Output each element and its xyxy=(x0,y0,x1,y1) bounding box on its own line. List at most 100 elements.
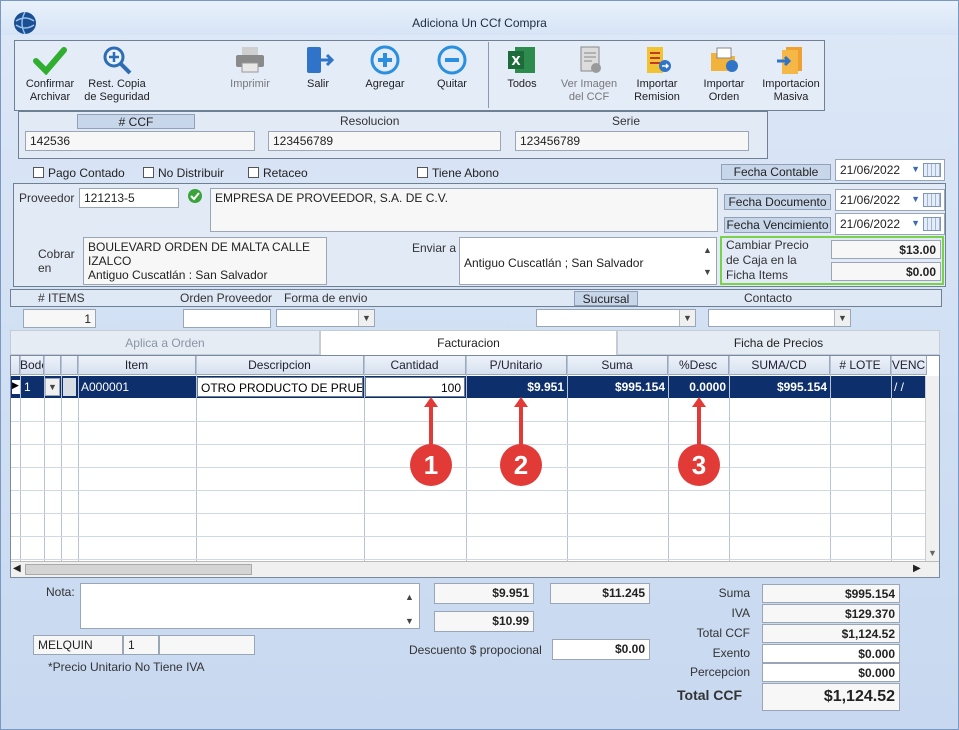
no-distribuir-checkbox[interactable]: No Distribuir xyxy=(143,166,224,180)
serie-input[interactable]: 123456789 xyxy=(515,131,749,151)
magnifier-plus-icon xyxy=(103,46,132,75)
cell-item[interactable]: A000001 xyxy=(78,376,196,398)
agregar-button[interactable]: Agregar xyxy=(357,41,413,109)
row2-header-bar xyxy=(10,289,942,307)
cell-cantidad[interactable]: 100 xyxy=(365,377,465,397)
retaceo-checkbox[interactable]: Retaceo xyxy=(248,166,308,180)
scroll-down-icon[interactable]: ▼ xyxy=(928,548,937,558)
col-header-venc[interactable]: VENC xyxy=(891,356,927,375)
iva-label: IVA xyxy=(731,606,750,620)
exento-field[interactable]: $0.000 xyxy=(762,644,900,663)
importar-orden-button[interactable]: Importar Orden xyxy=(695,41,753,109)
col-header-lote[interactable]: # LOTE xyxy=(830,356,891,375)
cell-bodega[interactable]: 1 xyxy=(21,376,43,398)
checkmark-icon xyxy=(33,47,67,75)
col-header-blank[interactable] xyxy=(44,356,61,375)
col-header-bodega[interactable]: Bodega xyxy=(20,356,44,375)
row-header-corner xyxy=(11,356,20,375)
resolucion-label: Resolucion xyxy=(340,114,400,128)
enviar-address-field[interactable]: Antiguo Cuscatlán ; San Salvador xyxy=(459,237,717,285)
descuento-field[interactable]: $0.00 xyxy=(552,639,650,660)
cell-descripcion[interactable]: OTRO PRODUCTO DE PRUEBA xyxy=(197,377,363,397)
percepcion-field[interactable]: $0.000 xyxy=(762,663,900,682)
proveedor-code-input[interactable]: 121213-5 xyxy=(79,188,179,208)
cell-desc[interactable]: 0.0000 xyxy=(668,376,729,398)
enviar-scroll-arrows[interactable]: ▲ ▼ xyxy=(703,239,712,283)
resolucion-input[interactable]: 123456789 xyxy=(268,131,501,151)
col-header-suma[interactable]: Suma xyxy=(567,356,668,375)
suma-total-field: $995.154 xyxy=(762,584,900,603)
tab-ficha-precios[interactable]: Ficha de Precios xyxy=(617,330,940,355)
calendar-icon[interactable] xyxy=(923,193,941,207)
import-list-icon xyxy=(647,47,671,73)
col-header-cantidad[interactable]: Cantidad xyxy=(364,356,466,375)
tab-aplica-orden[interactable]: Aplica a Orden xyxy=(10,330,320,355)
cell-sumacd[interactable]: $995.154 xyxy=(729,376,830,398)
restore-backup-button[interactable]: Rest. Copia de Seguridad xyxy=(81,41,153,109)
items-grid[interactable]: Bodega Item Descripcion Cantidad P/Unita… xyxy=(10,355,940,578)
total-ccf-field: $1,124.52 xyxy=(762,624,900,643)
orden-proveedor-label: Orden Proveedor xyxy=(180,291,273,305)
nota-label: Nota: xyxy=(46,585,75,599)
user-extra-field xyxy=(159,635,255,655)
scroll-right-icon[interactable]: ▶ xyxy=(913,563,921,574)
importar-remision-button[interactable]: Importar Remision xyxy=(627,41,687,109)
imprimir-button[interactable]: Imprimir xyxy=(223,41,277,109)
todos-button[interactable]: X Todos xyxy=(497,41,547,109)
nota-textarea[interactable] xyxy=(80,583,420,629)
proveedor-name-field: EMPRESA DE PROVEEDOR, S.A. DE C.V. xyxy=(210,188,718,232)
cell-punitario[interactable]: $9.951 xyxy=(466,376,567,398)
precio-caja-value2[interactable]: $0.00 xyxy=(831,262,941,281)
document-image-icon xyxy=(580,46,601,73)
scroll-left-icon[interactable]: ◀ xyxy=(13,563,21,574)
pago-contado-checkbox[interactable]: Pago Contado xyxy=(33,166,125,180)
calendar-icon[interactable] xyxy=(923,163,941,177)
contacto-select[interactable]: ▼ xyxy=(708,309,851,327)
col-header-punitario[interactable]: P/Unitario xyxy=(466,356,567,375)
chevron-down-icon: ▼ xyxy=(911,218,920,228)
cell-lote[interactable] xyxy=(830,376,891,398)
suma-label: Suma xyxy=(718,586,750,600)
cell-venc[interactable]: / / xyxy=(891,376,927,398)
col-header-spacer xyxy=(61,356,78,375)
exento-label: Exento xyxy=(712,646,750,660)
orden-proveedor-input[interactable] xyxy=(183,309,271,328)
col-header-descripcion[interactable]: Descripcion xyxy=(196,356,364,375)
fecha-vencimiento-label: Fecha Vencimiento xyxy=(724,217,831,233)
importacion-masiva-button[interactable]: Importacion Masiva xyxy=(759,41,823,109)
iva-note: *Precio Unitario No Tiene IVA xyxy=(48,660,205,674)
bodega-select[interactable]: ▼ xyxy=(44,378,60,396)
cell-suma[interactable]: $995.154 xyxy=(567,376,668,398)
horizontal-scroll-thumb[interactable] xyxy=(25,564,252,575)
cell-spacer xyxy=(63,378,76,396)
tab-facturacion[interactable]: Facturacion xyxy=(320,330,617,355)
toolbar-separator xyxy=(488,42,489,108)
cobrar-address-field: BOULEVARD ORDEN DE MALTA CALLE IZALCO Anti… xyxy=(83,237,327,285)
sucursal-select[interactable]: ▼ xyxy=(536,309,696,327)
fecha-contable-picker[interactable]: 21/06/2022 ▼ xyxy=(835,159,945,181)
col-header-desc[interactable]: %Desc xyxy=(668,356,729,375)
plus-circle-icon xyxy=(370,45,400,75)
nota-scroll-arrows[interactable]: ▲ ▼ xyxy=(405,585,414,633)
fecha-vencimiento-picker[interactable]: 21/06/2022 ▼ xyxy=(835,213,945,235)
fecha-documento-picker[interactable]: 21/06/2022 ▼ xyxy=(835,189,945,211)
exit-door-icon xyxy=(307,47,335,73)
ver-imagen-button[interactable]: Ver Imagen del CCF xyxy=(557,41,621,109)
quitar-button[interactable]: Quitar xyxy=(425,41,479,109)
col-header-item[interactable]: Item xyxy=(78,356,196,375)
total-ccf-label: Total CCF xyxy=(696,626,750,640)
forma-envio-select[interactable]: ▼ xyxy=(276,309,375,327)
calendar-icon[interactable] xyxy=(923,217,941,231)
confirmar-button[interactable]: Confirmar Archivar xyxy=(19,41,81,109)
svg-text:X: X xyxy=(511,54,521,68)
tiene-abono-checkbox[interactable]: Tiene Abono xyxy=(417,166,499,180)
col-header-sumacd[interactable]: SUMA/CD xyxy=(729,356,830,375)
excel-icon: X xyxy=(508,47,535,73)
ccf-label: # CCF xyxy=(77,114,195,129)
precio-caja-value1[interactable]: $13.00 xyxy=(831,240,941,259)
salir-button[interactable]: Salir xyxy=(293,41,343,109)
bulk-import-icon xyxy=(777,47,802,74)
main-window: Adiciona Un CCf Compra Confirmar Archiva… xyxy=(0,0,959,730)
vertical-scrollbar[interactable] xyxy=(925,376,939,561)
ccf-input[interactable]: 142536 xyxy=(25,131,255,151)
